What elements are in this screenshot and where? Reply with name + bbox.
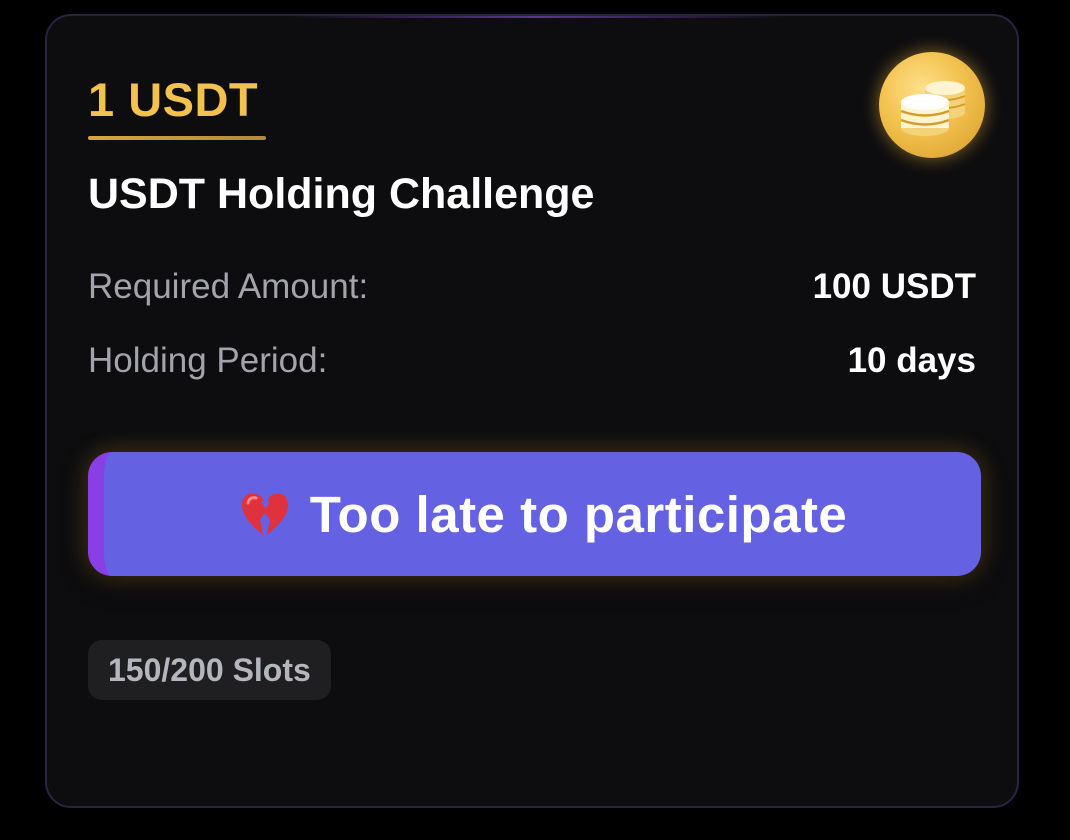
- broken-heart-icon: [238, 489, 292, 539]
- reward-underline: [88, 136, 266, 140]
- required-amount-value: 100 USDT: [812, 267, 976, 306]
- slots-badge: 150/200 Slots: [88, 640, 331, 700]
- holding-period-value: 10 days: [847, 341, 976, 380]
- holding-period-label: Holding Period:: [88, 341, 328, 380]
- required-amount-label: Required Amount:: [88, 267, 369, 306]
- challenge-title: USDT Holding Challenge: [88, 170, 595, 218]
- card-top-glow: [287, 16, 787, 18]
- gold-coins-icon: [879, 52, 985, 158]
- reward-amount: 1 USDT: [88, 73, 259, 126]
- participate-button[interactable]: Too late to participate: [88, 452, 981, 576]
- challenge-card: 1 USDT USDT Holding Challenge Required A…: [45, 14, 1019, 808]
- participate-button-label: Too late to participate: [309, 485, 848, 543]
